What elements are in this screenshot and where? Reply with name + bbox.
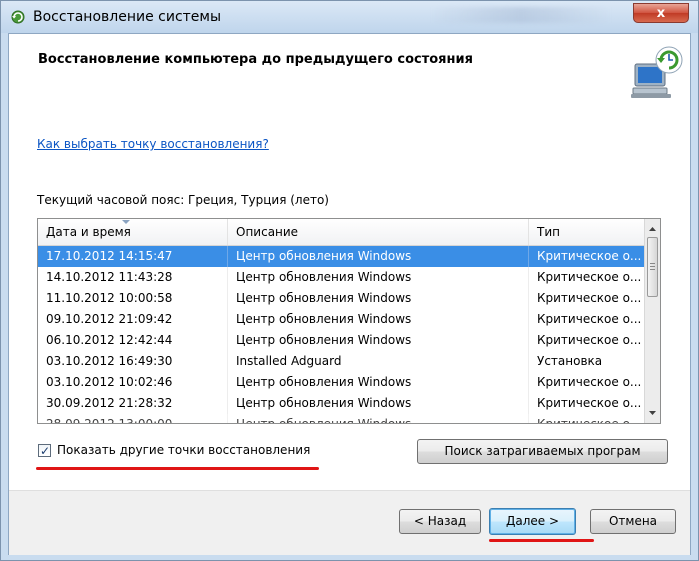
checkmark-icon: ✓: [40, 444, 51, 458]
table-row[interactable]: 03.10.2012 16:49:30 Installed Adguard Ус…: [38, 351, 644, 372]
table-row[interactable]: 11.10.2012 10:00:58 Центр обновления Win…: [38, 288, 644, 309]
table-row[interactable]: 28.09.2012 13:00:00 Центр обновления Win…: [38, 414, 644, 424]
table-row[interactable]: 14.10.2012 11:43:28 Центр обновления Win…: [38, 267, 644, 288]
cell-type: Установка: [537, 354, 603, 368]
table-row[interactable]: 06.10.2012 12:42:44 Центр обновления Win…: [38, 330, 644, 351]
cell-date: 30.09.2012 21:28:32: [38, 393, 228, 414]
table-row[interactable]: 09.10.2012 21:09:42 Центр обновления Win…: [38, 309, 644, 330]
highlight-underline: [36, 467, 319, 470]
column-header-date[interactable]: Дата и время: [38, 219, 228, 245]
cell-date: 06.10.2012 12:42:44: [38, 330, 228, 351]
page-title: Восстановление компьютера до предыдущего…: [38, 52, 473, 67]
title-bar[interactable]: Восстановление системы x: [1, 1, 698, 33]
back-button[interactable]: < Назад: [399, 509, 481, 534]
wizard-content: Как выбрать точку восстановления? Текущи…: [9, 110, 690, 490]
dialog-body: Восстановление компьютера до предыдущего…: [8, 33, 691, 555]
cell-description: Центр обновления Windows: [228, 267, 529, 288]
cell-description: Центр обновления Windows: [228, 246, 529, 267]
column-label: Тип: [537, 225, 560, 239]
window-title: Восстановление системы: [33, 9, 222, 25]
cell-description: Центр обновления Windows: [228, 288, 529, 309]
column-header-type[interactable]: Тип: [529, 219, 644, 245]
column-header-description[interactable]: Описание: [228, 219, 529, 245]
scroll-up-arrow-icon[interactable]: [645, 221, 660, 237]
column-label: Дата и время: [46, 225, 131, 239]
cell-type: Критическое о...: [537, 249, 642, 263]
cell-description: Центр обновления Windows: [228, 309, 529, 330]
title-bar-blur: [431, 7, 611, 23]
cell-type: Критическое о...: [537, 333, 642, 347]
timezone-label: Текущий часовой пояс: Греция, Турция (ле…: [37, 193, 329, 207]
column-label: Описание: [236, 225, 299, 239]
cell-date: 09.10.2012 21:09:42: [38, 309, 228, 330]
cell-description: Installed Adguard: [228, 351, 529, 372]
show-more-label[interactable]: Показать другие точки восстановления: [57, 443, 310, 457]
cell-description: Центр обновления Windows: [228, 372, 529, 393]
table-row[interactable]: 30.09.2012 21:28:32 Центр обновления Win…: [38, 393, 644, 414]
system-restore-icon: [11, 10, 25, 24]
system-restore-window: Восстановление системы x Восстановление …: [0, 0, 699, 561]
table-row[interactable]: 17.10.2012 14:15:47 Центр обновления Win…: [38, 246, 644, 267]
cell-type: Критическое о...: [537, 396, 642, 410]
scroll-down-arrow-icon[interactable]: [645, 405, 660, 421]
vertical-scrollbar[interactable]: [644, 219, 660, 423]
list-header: Дата и время Описание Тип: [38, 219, 644, 246]
cell-type: Критическое о...: [537, 417, 642, 424]
cell-description: Центр обновления Windows: [228, 414, 529, 423]
wizard-footer: < Назад Далее > Отмена: [9, 490, 690, 555]
scroll-thumb[interactable]: [647, 237, 658, 297]
cell-type: Критическое о...: [537, 312, 642, 326]
grip-line: [650, 263, 655, 264]
cell-date: 14.10.2012 11:43:28: [38, 267, 228, 288]
cell-type: Критическое о...: [537, 375, 642, 389]
grip-line: [650, 269, 655, 270]
sort-arrow-icon: [122, 220, 130, 224]
table-row[interactable]: 03.10.2012 10:02:46 Центр обновления Win…: [38, 372, 644, 393]
cell-date: 11.10.2012 10:00:58: [38, 288, 228, 309]
next-button[interactable]: Далее >: [489, 508, 576, 535]
restore-points-list[interactable]: Дата и время Описание Тип 17.10.2012 14:…: [37, 218, 661, 424]
help-link[interactable]: Как выбрать точку восстановления?: [37, 137, 269, 151]
cancel-button[interactable]: Отмена: [590, 509, 676, 534]
cell-type: Критическое о...: [537, 270, 642, 284]
scan-affected-programs-button[interactable]: Поиск затрагиваемых програм: [417, 439, 668, 464]
restore-computer-icon: [631, 46, 683, 98]
wizard-header: Восстановление компьютера до предыдущего…: [9, 34, 690, 110]
list-rows: 17.10.2012 14:15:47 Центр обновления Win…: [38, 246, 644, 424]
cell-description: Центр обновления Windows: [228, 330, 529, 351]
grip-line: [650, 266, 655, 267]
cell-date: 28.09.2012 13:00:00: [38, 414, 228, 423]
cell-description: Центр обновления Windows: [228, 393, 529, 414]
cell-date: 03.10.2012 16:49:30: [38, 351, 228, 372]
show-more-checkbox[interactable]: ✓: [38, 444, 51, 458]
cell-date: 03.10.2012 10:02:46: [38, 372, 228, 393]
highlight-underline: [489, 539, 594, 542]
cell-date: 17.10.2012 14:15:47: [38, 246, 228, 267]
cell-type: Критическое о...: [537, 291, 642, 305]
close-button[interactable]: x: [633, 3, 689, 23]
